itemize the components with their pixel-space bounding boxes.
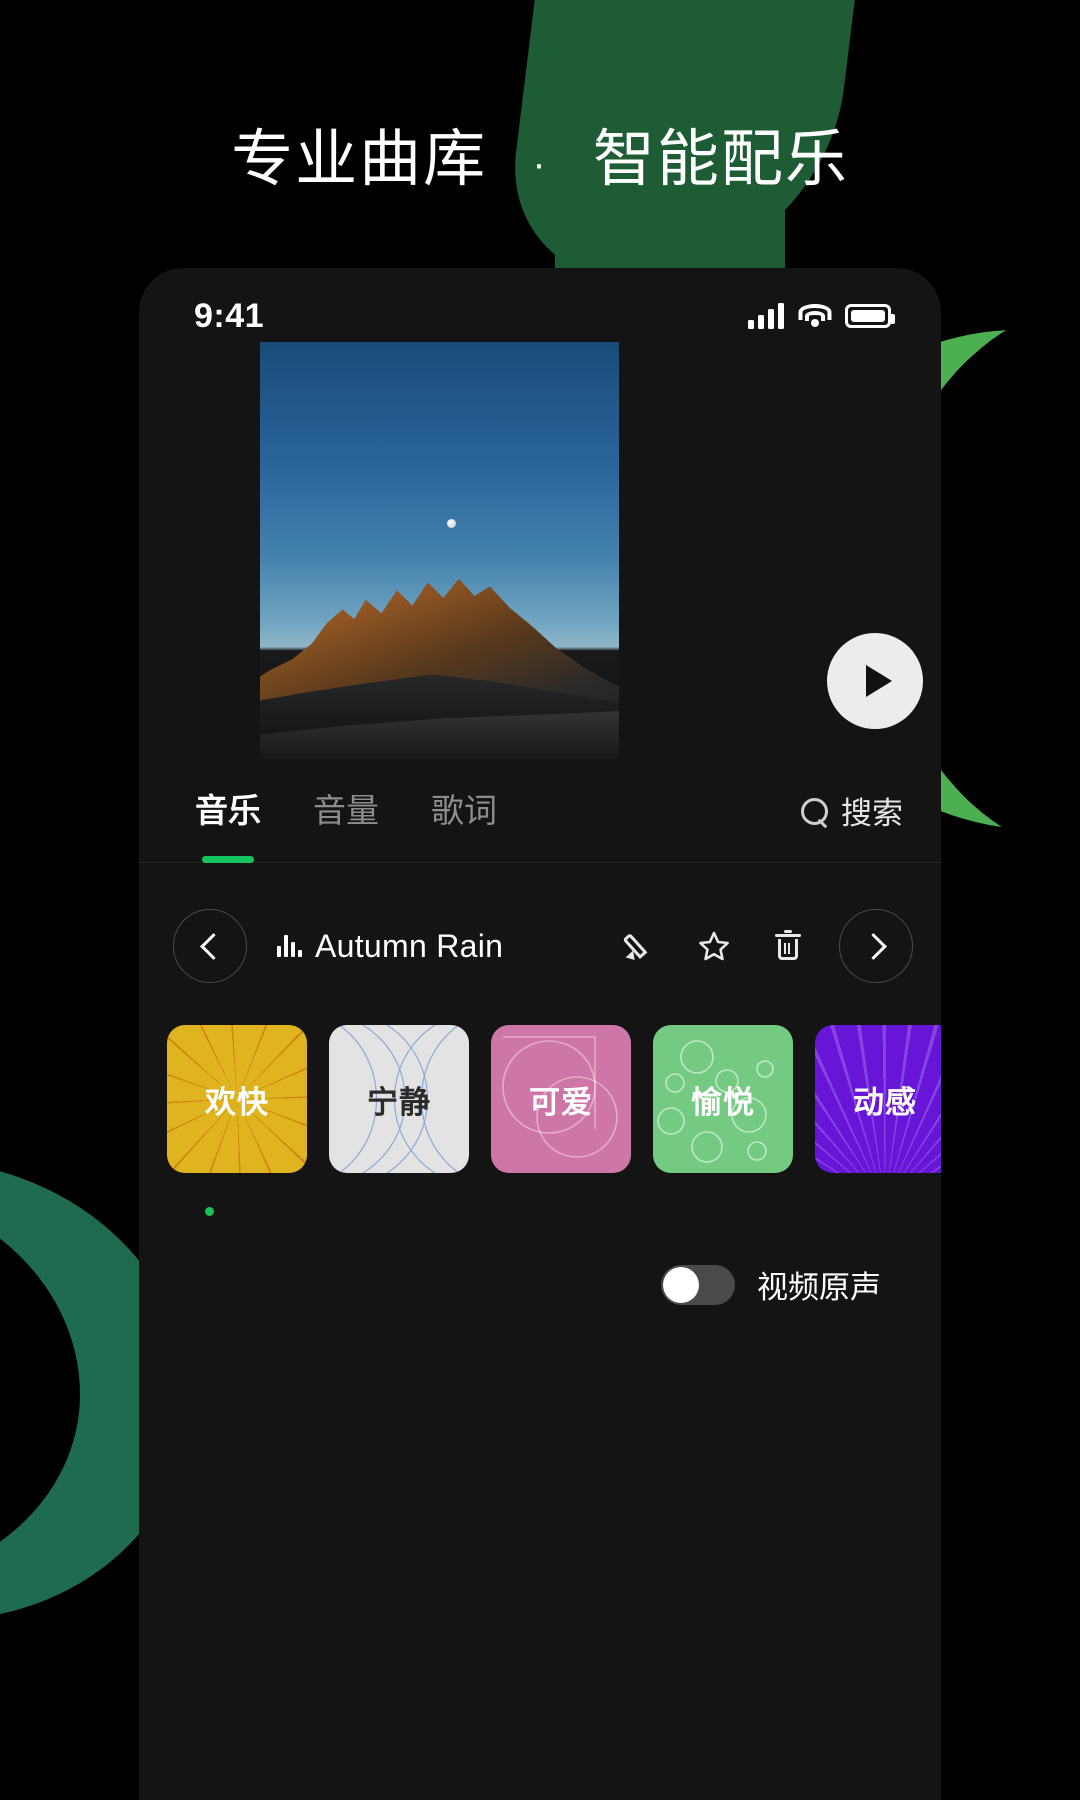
status-icons xyxy=(748,303,895,329)
mood-card-dynamic[interactable]: 动感 xyxy=(815,1025,941,1173)
mood-label: 动感 xyxy=(853,1084,917,1120)
mood-card-joyful[interactable]: 愉悦 xyxy=(653,1025,793,1173)
tab-volume[interactable]: 音量 xyxy=(287,794,405,827)
mood-label: 宁静 xyxy=(367,1084,431,1120)
mood-card-cute[interactable]: 可爱 xyxy=(491,1025,631,1173)
mood-card-cheerful[interactable]: 欢快 xyxy=(167,1025,307,1173)
play-icon xyxy=(865,665,892,697)
battery-icon xyxy=(845,304,895,328)
tab-music[interactable]: 音乐 xyxy=(169,794,287,827)
mood-label: 欢快 xyxy=(205,1084,269,1120)
tab-volume-label: 音量 xyxy=(313,792,379,829)
video-thumbnail[interactable] xyxy=(260,342,619,759)
search-button[interactable]: 搜索 xyxy=(801,788,903,833)
equalizer-icon xyxy=(277,935,302,957)
track-row: Autumn Rain xyxy=(139,885,941,1007)
track-meta: Autumn Rain xyxy=(277,928,503,965)
chevron-right-icon xyxy=(859,932,887,960)
tab-lyrics-label: 歌词 xyxy=(431,792,497,829)
tab-bar: 音乐 音量 歌词 搜索 xyxy=(139,759,941,863)
trash-icon[interactable] xyxy=(771,929,805,963)
mood-label: 可爱 xyxy=(529,1084,593,1120)
headline-right: 智能配乐 xyxy=(592,125,849,194)
wifi-icon xyxy=(798,303,831,329)
play-button[interactable] xyxy=(827,633,923,729)
mood-list: 欢快 宁静 可爱 愉悦 动感 xyxy=(167,1025,941,1173)
page-title: 专业曲库 · 智能配乐 xyxy=(0,124,1080,195)
original-audio-toggle[interactable] xyxy=(661,1264,735,1305)
carousel-indicator xyxy=(139,1207,941,1216)
original-audio-label: 视频原声 xyxy=(757,1270,881,1305)
phone-mockup: 9:41 音乐 音量 歌词 搜索 Autumn Rain 欢快 宁静 可爱 愉悦… xyxy=(139,268,941,1800)
prev-track-button[interactable] xyxy=(173,909,247,983)
mood-card-calm[interactable]: 宁静 xyxy=(329,1025,469,1173)
mood-carousel[interactable]: 欢快 宁静 可爱 愉悦 动感 xyxy=(139,1025,941,1185)
headline-separator: · xyxy=(532,141,548,186)
status-bar: 9:41 xyxy=(139,268,941,342)
tab-lyrics[interactable]: 歌词 xyxy=(405,794,523,827)
moon-icon xyxy=(446,519,456,529)
search-label: 搜索 xyxy=(841,796,903,831)
carousel-dot-active[interactable] xyxy=(205,1207,214,1216)
search-icon xyxy=(801,797,828,825)
toggle-knob xyxy=(663,1266,699,1303)
track-actions xyxy=(622,929,805,964)
star-icon[interactable] xyxy=(697,929,731,963)
track-name: Autumn Rain xyxy=(315,927,504,964)
signal-icon xyxy=(748,303,784,329)
green-ribbon-left-mask xyxy=(0,1185,80,1585)
tab-music-label: 音乐 xyxy=(195,792,261,829)
original-audio-row: 视频原声 xyxy=(139,1216,941,1307)
video-preview-area xyxy=(139,342,941,759)
status-time: 9:41 xyxy=(194,296,265,335)
mood-label: 愉悦 xyxy=(691,1084,755,1120)
promo-screenshot: 专业曲库 · 智能配乐 9:41 音乐 音量 歌词 搜索 Autumn Rain… xyxy=(0,0,1080,1800)
chevron-left-icon xyxy=(199,932,227,960)
next-track-button[interactable] xyxy=(839,909,913,983)
pencil-icon[interactable] xyxy=(622,929,657,964)
headline-left: 专业曲库 xyxy=(231,125,488,194)
